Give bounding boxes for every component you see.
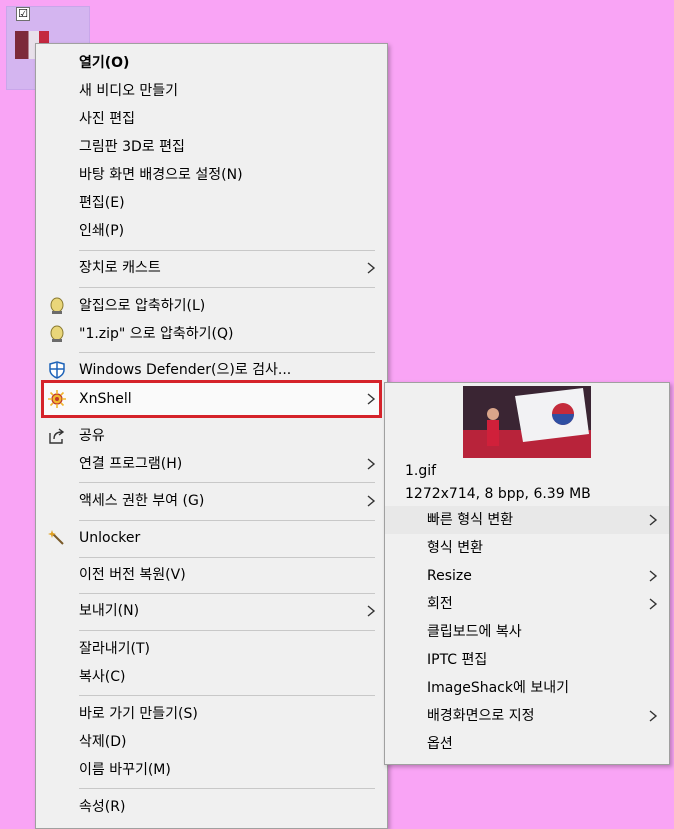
menu-item-alzip-compress[interactable]: 알집으로 압축하기(L) xyxy=(36,293,387,319)
menu-separator xyxy=(79,788,375,789)
menu-item-label: 삭제(D) xyxy=(79,734,127,750)
magic-wand-icon xyxy=(48,530,64,545)
menu-item-create-shortcut[interactable]: 바로 가기 만들기(S) xyxy=(36,701,387,727)
chevron-right-icon xyxy=(367,458,376,470)
menu-item-label: 바로 가기 만들기(S) xyxy=(79,706,198,722)
submenu-item-label: ImageShack에 보내기 xyxy=(427,680,569,696)
menu-item-share[interactable]: 공유 xyxy=(36,423,387,449)
menu-item-label: 잘라내기(T) xyxy=(79,641,150,657)
menu-item-set-desktop-background[interactable]: 바탕 화면 배경으로 설정(N) xyxy=(36,162,387,188)
chevron-right-icon xyxy=(649,570,658,582)
menu-item-label: 연결 프로그램(H) xyxy=(79,456,183,472)
menu-item-label: 장치로 캐스트 xyxy=(79,260,161,276)
menu-separator xyxy=(79,352,375,353)
menu-item-send-to[interactable]: 보내기(N) xyxy=(36,598,387,624)
menu-item-paint3d[interactable]: 그림판 3D로 편집 xyxy=(36,134,387,160)
menu-item-properties[interactable]: 속성(R) xyxy=(36,794,387,820)
menu-item-unlocker[interactable]: Unlocker xyxy=(36,525,387,551)
submenu-item-copy-to-clipboard[interactable]: 클립보드에 복사 xyxy=(385,618,669,646)
menu-separator xyxy=(79,250,375,251)
submenu-item-rotate[interactable]: 회전 xyxy=(385,590,669,618)
submenu-item-label: Resize xyxy=(427,568,472,584)
menu-item-label: 이전 버전 복원(V) xyxy=(79,567,186,583)
menu-item-copy[interactable]: 복사(C) xyxy=(36,664,387,690)
menu-separator xyxy=(79,482,375,483)
share-icon xyxy=(49,428,65,444)
menu-item-cast-to-device[interactable]: 장치로 캐스트 xyxy=(36,255,387,281)
chevron-right-icon xyxy=(649,514,658,526)
menu-item-label: 알집으로 압축하기(L) xyxy=(79,298,206,314)
menu-separator xyxy=(79,520,375,521)
preview-image xyxy=(463,386,591,458)
submenu-item-label: 옵션 xyxy=(427,736,453,752)
menu-item-label: 액세스 권한 부여 (G) xyxy=(79,493,205,509)
menu-item-open[interactable]: 열기(O) xyxy=(36,50,387,76)
menu-item-cut[interactable]: 잘라내기(T) xyxy=(36,636,387,662)
menu-item-label: 사진 편집 xyxy=(79,111,135,127)
submenu-item-label: 회전 xyxy=(427,596,453,612)
submenu-item-options[interactable]: 옵션 xyxy=(385,730,669,758)
submenu-item-set-wallpaper[interactable]: 배경화면으로 지정 xyxy=(385,702,669,730)
menu-item-label: 편집(E) xyxy=(79,195,125,211)
menu-item-label: XnShell xyxy=(79,391,132,407)
chevron-right-icon xyxy=(367,605,376,617)
menu-item-label: 보내기(N) xyxy=(79,603,140,619)
menu-item-label: 바탕 화면 배경으로 설정(N) xyxy=(79,167,243,183)
submenu-item-resize[interactable]: Resize xyxy=(385,562,669,590)
menu-item-edit[interactable]: 편집(E) xyxy=(36,190,387,216)
chevron-right-icon xyxy=(367,495,376,507)
alzip-egg-icon xyxy=(50,325,64,342)
chevron-right-icon xyxy=(649,710,658,722)
menu-item-label: 속성(R) xyxy=(79,799,126,815)
menu-item-label: 복사(C) xyxy=(79,669,126,685)
menu-item-restore-previous-versions[interactable]: 이전 버전 복원(V) xyxy=(36,562,387,588)
submenu-item-send-to-imageshack[interactable]: ImageShack에 보내기 xyxy=(385,674,669,702)
alzip-egg-icon xyxy=(50,297,64,314)
selection-checkbox[interactable]: ☑ xyxy=(16,7,30,21)
context-menu: 열기(O) 새 비디오 만들기 사진 편집 그림판 3D로 편집 바탕 화면 배… xyxy=(35,43,388,829)
submenu-item-convert[interactable]: 형식 변환 xyxy=(385,534,669,562)
xnshell-submenu: 1.gif 1272x714, 8 bpp, 6.39 MB 빠른 형식 변환 … xyxy=(384,382,670,765)
menu-item-label: 새 비디오 만들기 xyxy=(79,83,179,99)
menu-item-label: 인쇄(P) xyxy=(79,223,125,239)
submenu-item-label: IPTC 편집 xyxy=(427,652,488,668)
submenu-item-label: 형식 변환 xyxy=(427,540,483,556)
submenu-item-quick-convert[interactable]: 빠른 형식 변환 xyxy=(385,506,669,534)
image-preview-thumbnail xyxy=(463,386,591,458)
menu-item-label: 열기(O) xyxy=(79,55,130,71)
menu-separator xyxy=(79,287,375,288)
menu-item-label: Unlocker xyxy=(79,530,141,546)
submenu-item-label: 배경화면으로 지정 xyxy=(427,708,535,724)
chevron-right-icon xyxy=(367,393,376,405)
menu-separator xyxy=(79,630,375,631)
preview-image-info: 1272x714, 8 bpp, 6.39 MB xyxy=(405,486,591,502)
menu-item-delete[interactable]: 삭제(D) xyxy=(36,729,387,755)
menu-separator xyxy=(79,593,375,594)
menu-item-rename[interactable]: 이름 바꾸기(M) xyxy=(36,757,387,783)
menu-item-compress-to-zip[interactable]: "1.zip" 으로 압축하기(Q) xyxy=(36,321,387,347)
menu-item-label: 공유 xyxy=(79,428,105,444)
menu-item-label: 그림판 3D로 편집 xyxy=(79,139,185,155)
menu-separator xyxy=(79,557,375,558)
xnview-icon xyxy=(48,390,66,408)
menu-item-label: 이름 바꾸기(M) xyxy=(79,762,171,778)
menu-item-xnshell[interactable]: XnShell xyxy=(36,386,387,412)
submenu-item-label: 빠른 형식 변환 xyxy=(427,512,514,528)
preview-filename: 1.gif xyxy=(405,463,437,479)
submenu-item-label: 클립보드에 복사 xyxy=(427,624,522,640)
menu-item-label: "1.zip" 으로 압축하기(Q) xyxy=(79,326,234,342)
chevron-right-icon xyxy=(649,598,658,610)
menu-item-open-with[interactable]: 연결 프로그램(H) xyxy=(36,451,387,477)
submenu-item-iptc-edit[interactable]: IPTC 편집 xyxy=(385,646,669,674)
menu-item-new-video[interactable]: 새 비디오 만들기 xyxy=(36,78,387,104)
menu-item-give-access[interactable]: 액세스 권한 부여 (G) xyxy=(36,488,387,514)
menu-separator xyxy=(79,695,375,696)
chevron-right-icon xyxy=(367,262,376,274)
menu-item-print[interactable]: 인쇄(P) xyxy=(36,218,387,244)
menu-item-edit-photo[interactable]: 사진 편집 xyxy=(36,106,387,132)
shield-icon xyxy=(49,361,65,379)
